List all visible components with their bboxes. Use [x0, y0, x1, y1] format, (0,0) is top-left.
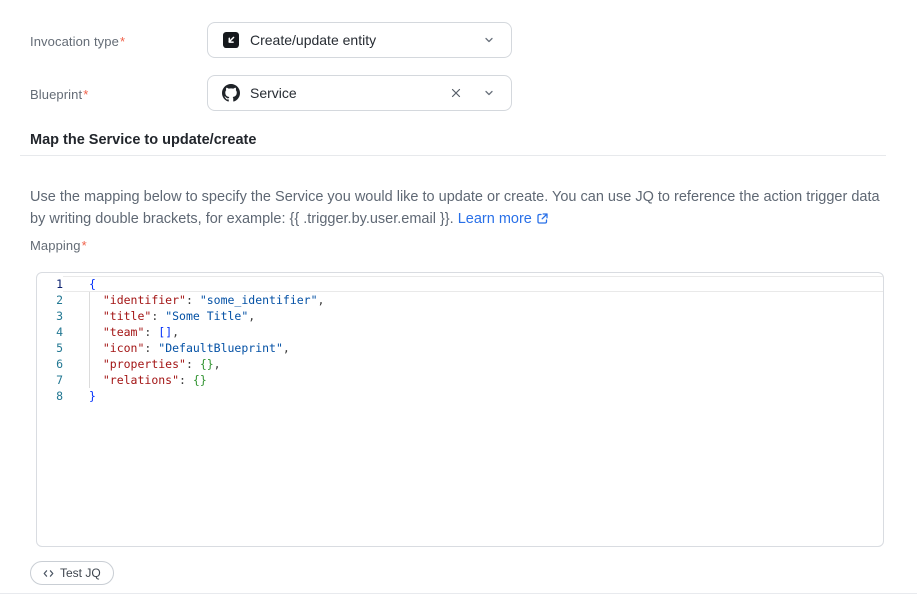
code-line: 8}	[37, 388, 883, 404]
code-lines: 1{2 "identifier": "some_identifier",3 "t…	[37, 276, 883, 404]
code-line: 4 "team": [],	[37, 324, 883, 340]
code-icon	[43, 568, 54, 579]
line-number: 5	[37, 340, 63, 356]
mapping-label: Mapping*	[30, 238, 87, 253]
section-divider	[20, 155, 886, 156]
line-number: 3	[37, 308, 63, 324]
test-jq-button[interactable]: Test JQ	[30, 561, 114, 585]
mapping-label-text: Mapping	[30, 238, 81, 253]
clear-selection-icon[interactable]	[447, 84, 465, 102]
mapping-description: Use the mapping below to specify the Ser…	[30, 186, 880, 232]
code-line: 7 "relations": {}	[37, 372, 883, 388]
code-content: "title": "Some Title",	[63, 308, 883, 324]
code-line: 1{	[37, 276, 883, 292]
code-content: "icon": "DefaultBlueprint",	[63, 340, 883, 356]
invocation-type-label: Invocation type*	[30, 34, 125, 49]
invocation-type-label-text: Invocation type	[30, 34, 119, 49]
line-number: 6	[37, 356, 63, 372]
mapping-description-text: Use the mapping below to specify the Ser…	[30, 189, 880, 227]
code-content: "identifier": "some_identifier",	[63, 292, 883, 308]
code-content: {	[63, 276, 883, 292]
code-line: 3 "title": "Some Title",	[37, 308, 883, 324]
code-content: }	[63, 388, 883, 404]
github-icon	[222, 84, 240, 102]
line-number: 1	[37, 276, 63, 292]
section-heading: Map the Service to update/create	[30, 132, 256, 148]
line-number: 8	[37, 388, 63, 404]
required-asterisk: *	[82, 238, 87, 253]
code-content: "relations": {}	[63, 372, 883, 388]
blueprint-value: Service	[250, 85, 437, 101]
code-line: 5 "icon": "DefaultBlueprint",	[37, 340, 883, 356]
blueprint-label: Blueprint*	[30, 87, 88, 102]
required-asterisk: *	[120, 34, 125, 49]
code-line: 6 "properties": {},	[37, 356, 883, 372]
line-number: 4	[37, 324, 63, 340]
indent-guide	[89, 292, 90, 388]
bottom-divider	[0, 593, 917, 594]
blueprint-select[interactable]: Service	[207, 75, 512, 111]
blueprint-label-text: Blueprint	[30, 87, 82, 102]
external-link-icon	[536, 213, 549, 229]
code-content: "team": [],	[63, 324, 883, 340]
code-content: "properties": {},	[63, 356, 883, 372]
invocation-type-value: Create/update entity	[250, 32, 471, 48]
invocation-type-select[interactable]: Create/update entity	[207, 22, 512, 58]
line-number: 2	[37, 292, 63, 308]
chevron-down-icon[interactable]	[481, 32, 497, 48]
learn-more-link[interactable]: Learn more	[458, 211, 549, 227]
code-line: 2 "identifier": "some_identifier",	[37, 292, 883, 308]
test-jq-label: Test JQ	[60, 566, 101, 580]
entity-icon	[222, 31, 240, 49]
learn-more-label: Learn more	[458, 211, 532, 227]
chevron-down-icon[interactable]	[481, 85, 497, 101]
line-number: 7	[37, 372, 63, 388]
mapping-code-editor[interactable]: 1{2 "identifier": "some_identifier",3 "t…	[36, 272, 884, 547]
required-asterisk: *	[83, 87, 88, 102]
